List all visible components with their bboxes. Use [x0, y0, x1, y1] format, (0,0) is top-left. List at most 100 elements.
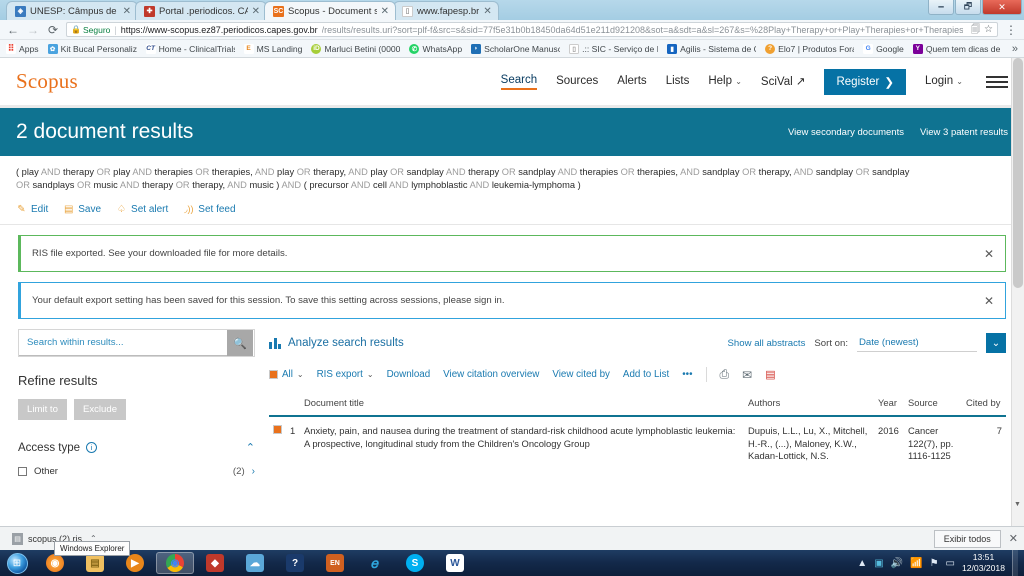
taskbar-skydrive[interactable]: ☁ [236, 552, 274, 574]
show-desktop-button[interactable] [1012, 550, 1018, 576]
chevron-right-icon[interactable]: › [252, 466, 255, 477]
set-feed-button[interactable]: ◞)) Set feed [183, 204, 236, 215]
bookmark-google[interactable]: G Google [863, 43, 904, 54]
start-button[interactable]: ⊞ [2, 551, 32, 575]
translate-icon[interactable]: 🗐 [971, 23, 980, 36]
view-citation-overview-button[interactable]: View citation overview [443, 369, 539, 380]
facet-row-other[interactable]: Other (2) › [18, 461, 255, 482]
bookmark-4[interactable]: iD Marluci Betini (0000- [311, 43, 400, 54]
show-all-abstracts-link[interactable]: Show all abstracts [728, 338, 806, 349]
address-bar[interactable]: 🔒 Seguro | https://www-scopus.ez87.perio… [66, 22, 998, 37]
bookmark-2[interactable]: CT Home - ClinicalTrials [145, 43, 235, 54]
search-input[interactable] [19, 330, 227, 356]
taskbar-skype[interactable]: S [396, 552, 434, 574]
limit-to-button[interactable]: Limit to [18, 399, 67, 420]
taskbar-pdf-reader[interactable]: ◆ [196, 552, 234, 574]
close-icon[interactable]: ✕ [123, 6, 131, 17]
taskbar-internet-explorer[interactable]: 𝑒 [356, 552, 394, 574]
print-icon[interactable]: ⎙ [720, 367, 730, 382]
scopus-logo[interactable]: Scopus [16, 69, 78, 94]
chevron-up-icon[interactable]: ⌃ [246, 441, 255, 454]
tray-app-icon[interactable]: ▣ [874, 558, 883, 569]
action-center-icon[interactable]: ▭ [946, 558, 955, 569]
view-secondary-documents-link[interactable]: View secondary documents [788, 127, 904, 138]
facet-access-type-header[interactable]: Access type i ⌃ [18, 441, 255, 461]
chevron-down-icon[interactable]: ⌄ [986, 333, 1006, 353]
taskbar-dictionary[interactable]: EN [316, 552, 354, 574]
pdf-icon[interactable]: ▤ [765, 368, 775, 381]
browser-tab-2[interactable]: SC Scopus - Document sear ✕ [264, 1, 396, 20]
document-source[interactable]: Cancer 122(7), pp. 1116-1125 [904, 416, 962, 471]
register-button[interactable]: Register ❯ [824, 68, 906, 95]
th-year[interactable]: Year [874, 393, 904, 417]
show-all-downloads-button[interactable]: Exibir todos [933, 529, 1001, 548]
tray-expand-icon[interactable]: ▲ [857, 558, 867, 569]
bookmark-3[interactable]: E MS Landing [243, 43, 302, 54]
minimize-button[interactable]: 🗕 [928, 0, 954, 15]
nav-sources[interactable]: Sources [556, 75, 598, 89]
bookmark-whatsapp[interactable]: ✆ WhatsApp [409, 43, 462, 54]
forward-icon[interactable]: → [26, 23, 40, 37]
th-document-title[interactable]: Document title [300, 393, 744, 417]
star-icon[interactable]: ☆ [984, 24, 993, 35]
nav-scival[interactable]: SciVal ↗ [761, 74, 806, 90]
th-authors[interactable]: Authors [744, 393, 874, 417]
flag-icon[interactable]: ⚑ [930, 558, 939, 569]
view-patent-results-link[interactable]: View 3 patent results [920, 127, 1008, 138]
restore-button[interactable]: 🗗 [955, 0, 981, 15]
sort-select[interactable]: Date (newest) [857, 334, 977, 352]
browser-tab-3[interactable]: ▯ www.fapesp.br ✕ [393, 1, 499, 20]
back-icon[interactable]: ← [6, 23, 20, 37]
bookmark-9[interactable]: ? Elo7 | Produtos Fora [765, 43, 854, 54]
more-options-icon[interactable]: ••• [682, 369, 692, 380]
nav-help[interactable]: Help ⌄ [708, 75, 742, 89]
volume-icon[interactable]: 🔊 [891, 558, 903, 569]
document-cited-by[interactable]: 7 [962, 416, 1006, 471]
bookmark-8[interactable]: ▮ Agilis - Sistema de C [667, 43, 756, 54]
browser-tab-1[interactable]: ✚ Portal .periodicos. CAPES ✕ [135, 1, 267, 20]
document-authors[interactable]: Dupuis, L.L., Lu, X., Mitchell, H.-R., (… [744, 416, 874, 471]
bookmark-apps[interactable]: ⠿ Apps [6, 43, 39, 54]
kebab-menu-icon[interactable]: ⋮ [1004, 23, 1018, 37]
view-cited-by-button[interactable]: View cited by [552, 369, 610, 380]
taskbar-clock[interactable]: 13:51 12/03/2018 [962, 552, 1005, 574]
th-cited-by[interactable]: Cited by [962, 393, 1006, 417]
scroll-down-arrow-icon[interactable]: ▼ [1014, 501, 1021, 508]
save-query-button[interactable]: ▤ Save [63, 204, 101, 215]
close-icon[interactable]: ✕ [252, 6, 260, 17]
bookmark-1[interactable]: ✿ Kit Bucal Personaliza [47, 43, 137, 54]
scrollbar-thumb[interactable] [1013, 58, 1023, 288]
set-alert-button[interactable]: ♤ Set alert [116, 204, 168, 215]
taskbar-word[interactable]: W [436, 552, 474, 574]
browser-tab-0[interactable]: ◈ UNESP: Câmpus de Botu ✕ [6, 1, 138, 20]
info-icon[interactable]: i [86, 442, 97, 453]
edit-query-button[interactable]: ✎ Edit [16, 204, 48, 215]
download-item[interactable]: ▤ scopus (2).ris ⌃ Windows Explorer [6, 530, 131, 556]
th-source[interactable]: Source [904, 393, 962, 417]
bookmark-6[interactable]: ◗ ScholarOne Manusc [471, 43, 560, 54]
magnifier-icon[interactable]: 🔍 [227, 330, 253, 356]
select-all-checkbox[interactable]: All ⌄ [269, 369, 304, 380]
network-icon[interactable]: 📶 [910, 558, 922, 569]
download-button[interactable]: Download [387, 369, 431, 380]
bookmark-11[interactable]: Y Quem tem dicas de [912, 43, 1000, 54]
taskbar-help-app[interactable]: ? [276, 552, 314, 574]
close-icon[interactable]: ✕ [984, 295, 994, 307]
bookmarks-overflow-icon[interactable]: » [1012, 43, 1018, 55]
nav-alerts[interactable]: Alerts [617, 75, 646, 89]
email-icon[interactable]: ✉ [742, 368, 752, 382]
add-to-list-button[interactable]: Add to List [623, 369, 669, 380]
close-icon[interactable]: ✕ [483, 6, 491, 17]
analyze-search-results-link[interactable]: Analyze search results [288, 337, 404, 349]
page-scrollbar[interactable]: ▼ [1011, 58, 1024, 526]
close-icon[interactable]: ✕ [381, 6, 389, 17]
close-window-button[interactable]: ✕ [982, 0, 1022, 15]
checkbox-icon[interactable] [18, 467, 27, 476]
exclude-button[interactable]: Exclude [73, 399, 127, 420]
nav-lists[interactable]: Lists [666, 75, 690, 89]
document-title[interactable]: Anxiety, pain, and nausea during the tre… [300, 416, 744, 471]
reload-icon[interactable]: ⟳ [46, 23, 60, 37]
taskbar-chrome[interactable]: ◉ [156, 552, 194, 574]
hamburger-menu-icon[interactable] [982, 75, 1008, 88]
close-icon[interactable]: ✕ [1009, 532, 1018, 545]
